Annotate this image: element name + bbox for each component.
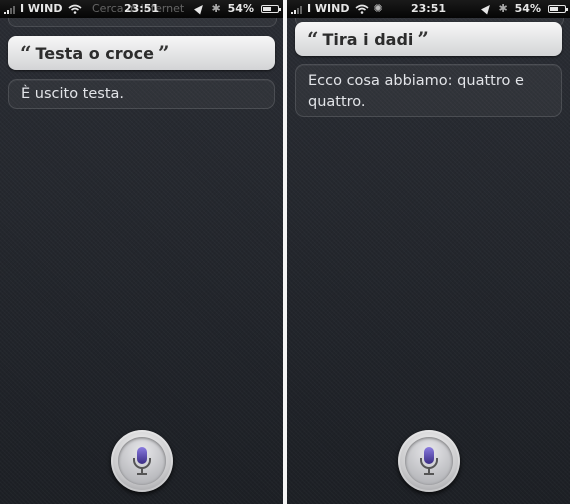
siri-query-text: Tira i dadi (322, 29, 414, 49)
microphone-icon (419, 447, 438, 475)
open-quote-mark: “ (307, 27, 319, 51)
siri-microphone-button[interactable] (397, 430, 460, 492)
siri-microphone-button[interactable] (110, 430, 173, 492)
bluetooth-icon: ✱ (211, 2, 221, 15)
siri-query-bubble[interactable]: “ Testa o croce ” (8, 36, 275, 70)
battery-percent: 54% (227, 2, 254, 15)
bluetooth-icon: ✱ (498, 2, 508, 15)
battery-icon (261, 4, 281, 13)
siri-screen-left: “ Testa o croce ” È uscito testa. I WIND… (0, 0, 283, 504)
location-arrow-icon (194, 2, 207, 15)
siri-screen-right: “ Tira i dadi ” Ecco cosa abbiamo: quatt… (287, 0, 570, 504)
battery-icon (548, 4, 568, 13)
status-bar: I WIND ✺ 23:51 ✱ 54% (287, 0, 570, 18)
microphone-icon (132, 447, 151, 475)
close-quote-mark: ” (157, 41, 170, 65)
siri-answer-bubble: È uscito testa. (8, 79, 275, 109)
status-bar: I WIND Cerca in Internet 23:51 ✱ 54% (0, 0, 283, 18)
battery-percent: 54% (514, 2, 541, 15)
siri-query-text: Testa o croce (35, 43, 154, 63)
siri-query-bubble[interactable]: “ Tira i dadi ” (295, 22, 562, 56)
location-arrow-icon (481, 2, 494, 15)
close-quote-mark: ” (417, 27, 429, 51)
siri-answer-text: Ecco cosa abbiamo: quattro e quattro. (308, 73, 524, 110)
siri-answer-text: È uscito testa. (21, 86, 125, 102)
siri-answer-bubble: Ecco cosa abbiamo: quattro e quattro. (295, 64, 562, 117)
open-quote-mark: “ (20, 41, 32, 65)
